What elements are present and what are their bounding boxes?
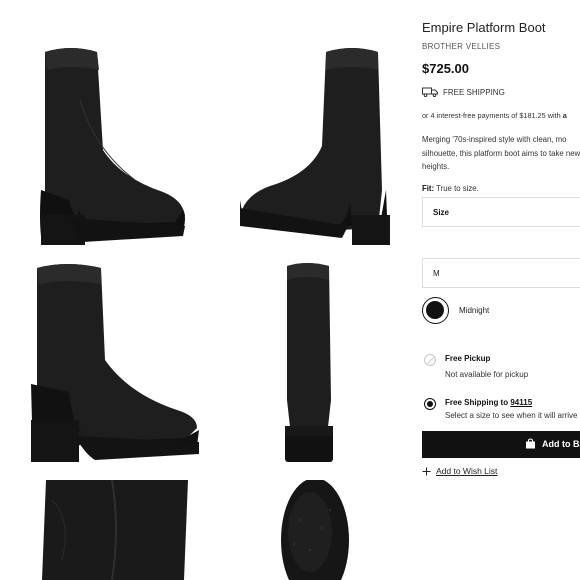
add-to-bag-label: Add to Ba bbox=[542, 439, 580, 449]
brand-name[interactable]: BROTHER VELLIES bbox=[422, 42, 500, 51]
add-to-bag-button[interactable]: Add to Ba bbox=[422, 431, 580, 458]
shipping-subtitle: Select a size to see when it will arrive bbox=[445, 411, 578, 420]
size-value: M bbox=[433, 269, 440, 278]
product-price: $725.00 bbox=[422, 61, 469, 76]
pickup-radio[interactable] bbox=[424, 354, 436, 366]
shipping-title-text: Free Shipping to bbox=[445, 398, 509, 407]
product-info-panel: Empire Platform Boot BROTHER VELLIES $72… bbox=[422, 0, 580, 580]
shipping-zip-link[interactable]: 94115 bbox=[510, 398, 532, 407]
shopping-bag-icon bbox=[526, 438, 535, 449]
shipping-title: Free Shipping to 94115 bbox=[445, 398, 532, 407]
wish-list-label: Add to Wish List bbox=[436, 466, 498, 476]
pickup-subtitle: Not available for pickup bbox=[445, 370, 529, 379]
truck-icon bbox=[422, 87, 438, 97]
shipping-radio[interactable] bbox=[424, 398, 436, 410]
size-dropdown[interactable]: Size bbox=[422, 197, 580, 227]
installments-text: or 4 interest-free payments of $181.25 w… bbox=[422, 111, 561, 120]
product-image-gallery bbox=[0, 0, 408, 580]
product-image-sole[interactable] bbox=[270, 480, 360, 580]
product-image-left-side[interactable] bbox=[25, 40, 195, 250]
product-image-three-quarter[interactable] bbox=[25, 260, 205, 470]
pickup-title: Free Pickup bbox=[445, 354, 491, 363]
color-swatch-midnight[interactable] bbox=[422, 297, 449, 324]
color-name: Midnight bbox=[459, 306, 490, 315]
fit-info: Fit: True to size. bbox=[422, 184, 479, 193]
add-to-wish-list-link[interactable]: Add to Wish List bbox=[422, 466, 497, 476]
fit-label: Fit: bbox=[422, 184, 435, 193]
free-shipping-label: FREE SHIPPING bbox=[443, 87, 505, 97]
fit-value: True to size. bbox=[436, 184, 479, 193]
installments-brand[interactable]: a bbox=[563, 111, 567, 120]
product-image-right-side[interactable] bbox=[230, 40, 400, 250]
size-dropdown-label: Size bbox=[433, 208, 450, 217]
installments-note: or 4 interest-free payments of $181.25 w… bbox=[422, 111, 567, 120]
product-image-back[interactable] bbox=[275, 260, 345, 470]
product-description: Merging '70s-inspired style with clean, … bbox=[422, 135, 580, 171]
product-title: Empire Platform Boot bbox=[422, 20, 546, 35]
product-image-closeup[interactable] bbox=[42, 480, 192, 580]
free-shipping-badge: FREE SHIPPING bbox=[422, 87, 505, 97]
size-value-dropdown[interactable]: M bbox=[422, 258, 580, 288]
plus-icon bbox=[422, 467, 431, 475]
